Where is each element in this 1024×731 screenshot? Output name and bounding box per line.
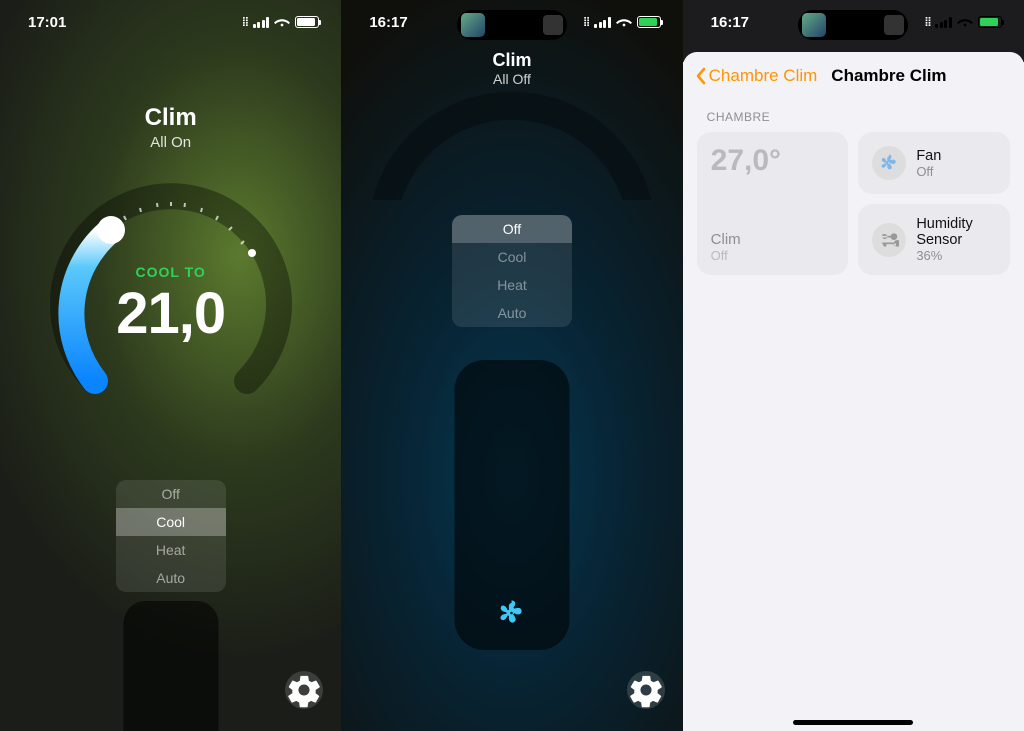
tile-clim-name: Clim bbox=[711, 231, 835, 248]
fan-icon bbox=[872, 146, 906, 180]
activity-icon: ⁞⁞ bbox=[242, 15, 248, 29]
status-time: 17:01 bbox=[28, 14, 66, 31]
device-header: Clim All On bbox=[0, 104, 341, 151]
nav-bar: Chambre Clim Chambre Clim bbox=[683, 52, 1024, 96]
tile-clim[interactable]: 27,0° Clim Off bbox=[697, 132, 849, 275]
fan-speed-slider[interactable] bbox=[123, 601, 218, 731]
tile-fan-state: Off bbox=[916, 164, 941, 179]
mode-option-off[interactable]: Off bbox=[452, 215, 572, 243]
wifi-icon bbox=[274, 16, 290, 28]
page-title: Chambre Clim bbox=[831, 66, 946, 86]
mode-option-auto[interactable]: Auto bbox=[452, 299, 572, 327]
mode-selector[interactable]: Off Cool Heat Auto bbox=[452, 215, 572, 327]
cellular-icon bbox=[935, 17, 952, 28]
status-time: 16:17 bbox=[711, 14, 749, 31]
mode-option-cool[interactable]: Cool bbox=[116, 508, 226, 536]
gear-icon bbox=[285, 671, 323, 709]
device-state: All On bbox=[0, 134, 341, 151]
screen-thermostat-on: 17:01 ⁞⁞ Clim All On bbox=[0, 0, 341, 731]
humidity-icon bbox=[872, 223, 906, 257]
tile-clim-temperature: 27,0° bbox=[711, 144, 835, 178]
sheet: Chambre Clim Chambre Clim CHAMBRE 27,0° … bbox=[683, 52, 1024, 731]
status-bar: 17:01 ⁞⁞ bbox=[0, 0, 341, 44]
status-time: 16:17 bbox=[369, 14, 407, 31]
settings-button[interactable] bbox=[627, 671, 665, 709]
fan-control[interactable] bbox=[454, 360, 569, 650]
activity-icon: ⁞⁞ bbox=[583, 15, 589, 29]
device-state: All Off bbox=[341, 71, 682, 87]
screen-room-detail: 16:17 ⁞⁞ Chambre Clim Chambre Clim CHAMB… bbox=[683, 0, 1024, 731]
battery-charging-icon bbox=[978, 16, 1002, 28]
mode-option-auto[interactable]: Auto bbox=[116, 564, 226, 592]
back-label: Chambre Clim bbox=[709, 66, 818, 86]
island-avatar bbox=[802, 13, 826, 37]
mode-option-heat[interactable]: Heat bbox=[116, 536, 226, 564]
cellular-icon bbox=[253, 17, 270, 28]
tile-humidity-value: 36% bbox=[916, 248, 996, 263]
battery-icon bbox=[295, 16, 319, 28]
island-live-activity-icon bbox=[884, 15, 904, 35]
chevron-left-icon bbox=[695, 67, 707, 85]
mode-option-off[interactable]: Off bbox=[116, 480, 226, 508]
device-name: Clim bbox=[0, 104, 341, 132]
battery-charging-icon bbox=[637, 16, 661, 28]
tile-clim-state: Off bbox=[711, 248, 835, 263]
cool-to-label: COOL TO bbox=[136, 264, 206, 280]
home-indicator[interactable] bbox=[793, 720, 913, 725]
mode-option-cool[interactable]: Cool bbox=[452, 243, 572, 271]
island-live-activity-icon bbox=[543, 15, 563, 35]
wifi-icon bbox=[957, 16, 973, 28]
fan-icon bbox=[497, 598, 527, 628]
settings-button[interactable] bbox=[285, 671, 323, 709]
dynamic-island bbox=[457, 10, 567, 40]
temperature-dial[interactable]: COOL TO 21,0 bbox=[41, 175, 301, 435]
mode-selector[interactable]: Off Cool Heat Auto bbox=[116, 480, 226, 592]
back-button[interactable]: Chambre Clim bbox=[695, 66, 818, 86]
mode-option-heat[interactable]: Heat bbox=[452, 271, 572, 299]
dynamic-island bbox=[798, 10, 908, 40]
tile-fan-name: Fan bbox=[916, 148, 941, 164]
island-avatar bbox=[461, 13, 485, 37]
tile-humidity-name: Humidity Sensor bbox=[916, 216, 996, 248]
activity-icon: ⁞⁞ bbox=[924, 15, 930, 29]
accessory-tiles: 27,0° Clim Off Fan Off bbox=[683, 132, 1024, 275]
device-name: Clim bbox=[341, 50, 682, 71]
tile-humidity[interactable]: Humidity Sensor 36% bbox=[858, 204, 1010, 275]
device-header: Clim All Off bbox=[341, 50, 682, 87]
cellular-icon bbox=[594, 17, 611, 28]
section-header: CHAMBRE bbox=[683, 96, 1024, 132]
wifi-icon bbox=[616, 16, 632, 28]
dial-inactive-arc bbox=[357, 80, 667, 200]
tile-fan[interactable]: Fan Off bbox=[858, 132, 1010, 194]
screen-thermostat-off: 16:17 ⁞⁞ Clim All Off Off Cool Heat Auto bbox=[341, 0, 682, 731]
gear-icon bbox=[627, 671, 665, 709]
target-temperature: 21,0 bbox=[116, 280, 225, 347]
